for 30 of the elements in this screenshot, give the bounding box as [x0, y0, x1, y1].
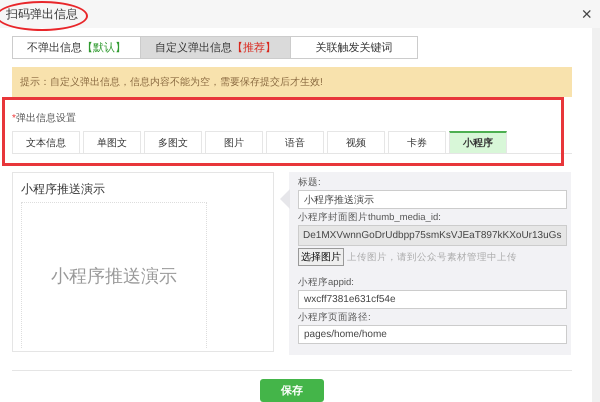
mode-tab[interactable]: 关联触发关键词 — [290, 36, 418, 59]
input-field[interactable]: 小程序推送演示 — [298, 190, 567, 209]
type-tab[interactable]: 文本信息 — [12, 131, 80, 153]
type-tab[interactable]: 多图文 — [144, 131, 202, 153]
settings-label: 弹出信息设置 — [16, 113, 76, 124]
field-label: 小程序页面路径: — [298, 311, 372, 324]
input-field[interactable]: pages/home/home — [298, 325, 567, 344]
type-tab[interactable]: 单图文 — [83, 131, 141, 153]
choose-image-button[interactable]: 选择图片 — [298, 248, 344, 266]
field-label: 标题: — [298, 176, 322, 189]
field-label: 小程序appid: — [298, 276, 355, 289]
notice-banner: 提示：自定义弹出信息，信息内容不能为空，需要保存提交后才生效! — [12, 67, 572, 97]
required-mark: * — [12, 113, 16, 124]
mode-tab[interactable]: 自定义弹出信息【推荐】 — [140, 36, 291, 59]
preview-title: 小程序推送演示 — [21, 181, 106, 198]
close-button[interactable]: × — [579, 5, 594, 23]
mode-tab[interactable]: 不弹出信息【默认】 — [12, 36, 141, 59]
window-title: 扫码弹出信息 — [6, 6, 78, 22]
type-tab[interactable]: 小程序 — [449, 131, 507, 153]
type-tab[interactable]: 卡券 — [388, 131, 446, 153]
tab-tag: 【推荐】 — [232, 42, 276, 54]
field-label: 小程序封面图片thumb_media_id: — [298, 211, 442, 224]
type-tab[interactable]: 图片 — [205, 131, 263, 153]
cover-text: 小程序推送演示 — [51, 264, 177, 288]
upload-hint: 上传图片，请到公众号素材管理中上传 — [347, 250, 517, 264]
type-tab[interactable]: 视频 — [327, 131, 385, 153]
input-field[interactable]: De1MXVwnnGoDrUdbpp75smKsVJEaT897kKXoUr13uGs — [298, 225, 567, 246]
type-tab[interactable]: 语音 — [266, 131, 324, 153]
tab-tag: 【默认】 — [82, 42, 126, 54]
input-field[interactable]: wxcff7381e631cf54e — [298, 290, 567, 309]
